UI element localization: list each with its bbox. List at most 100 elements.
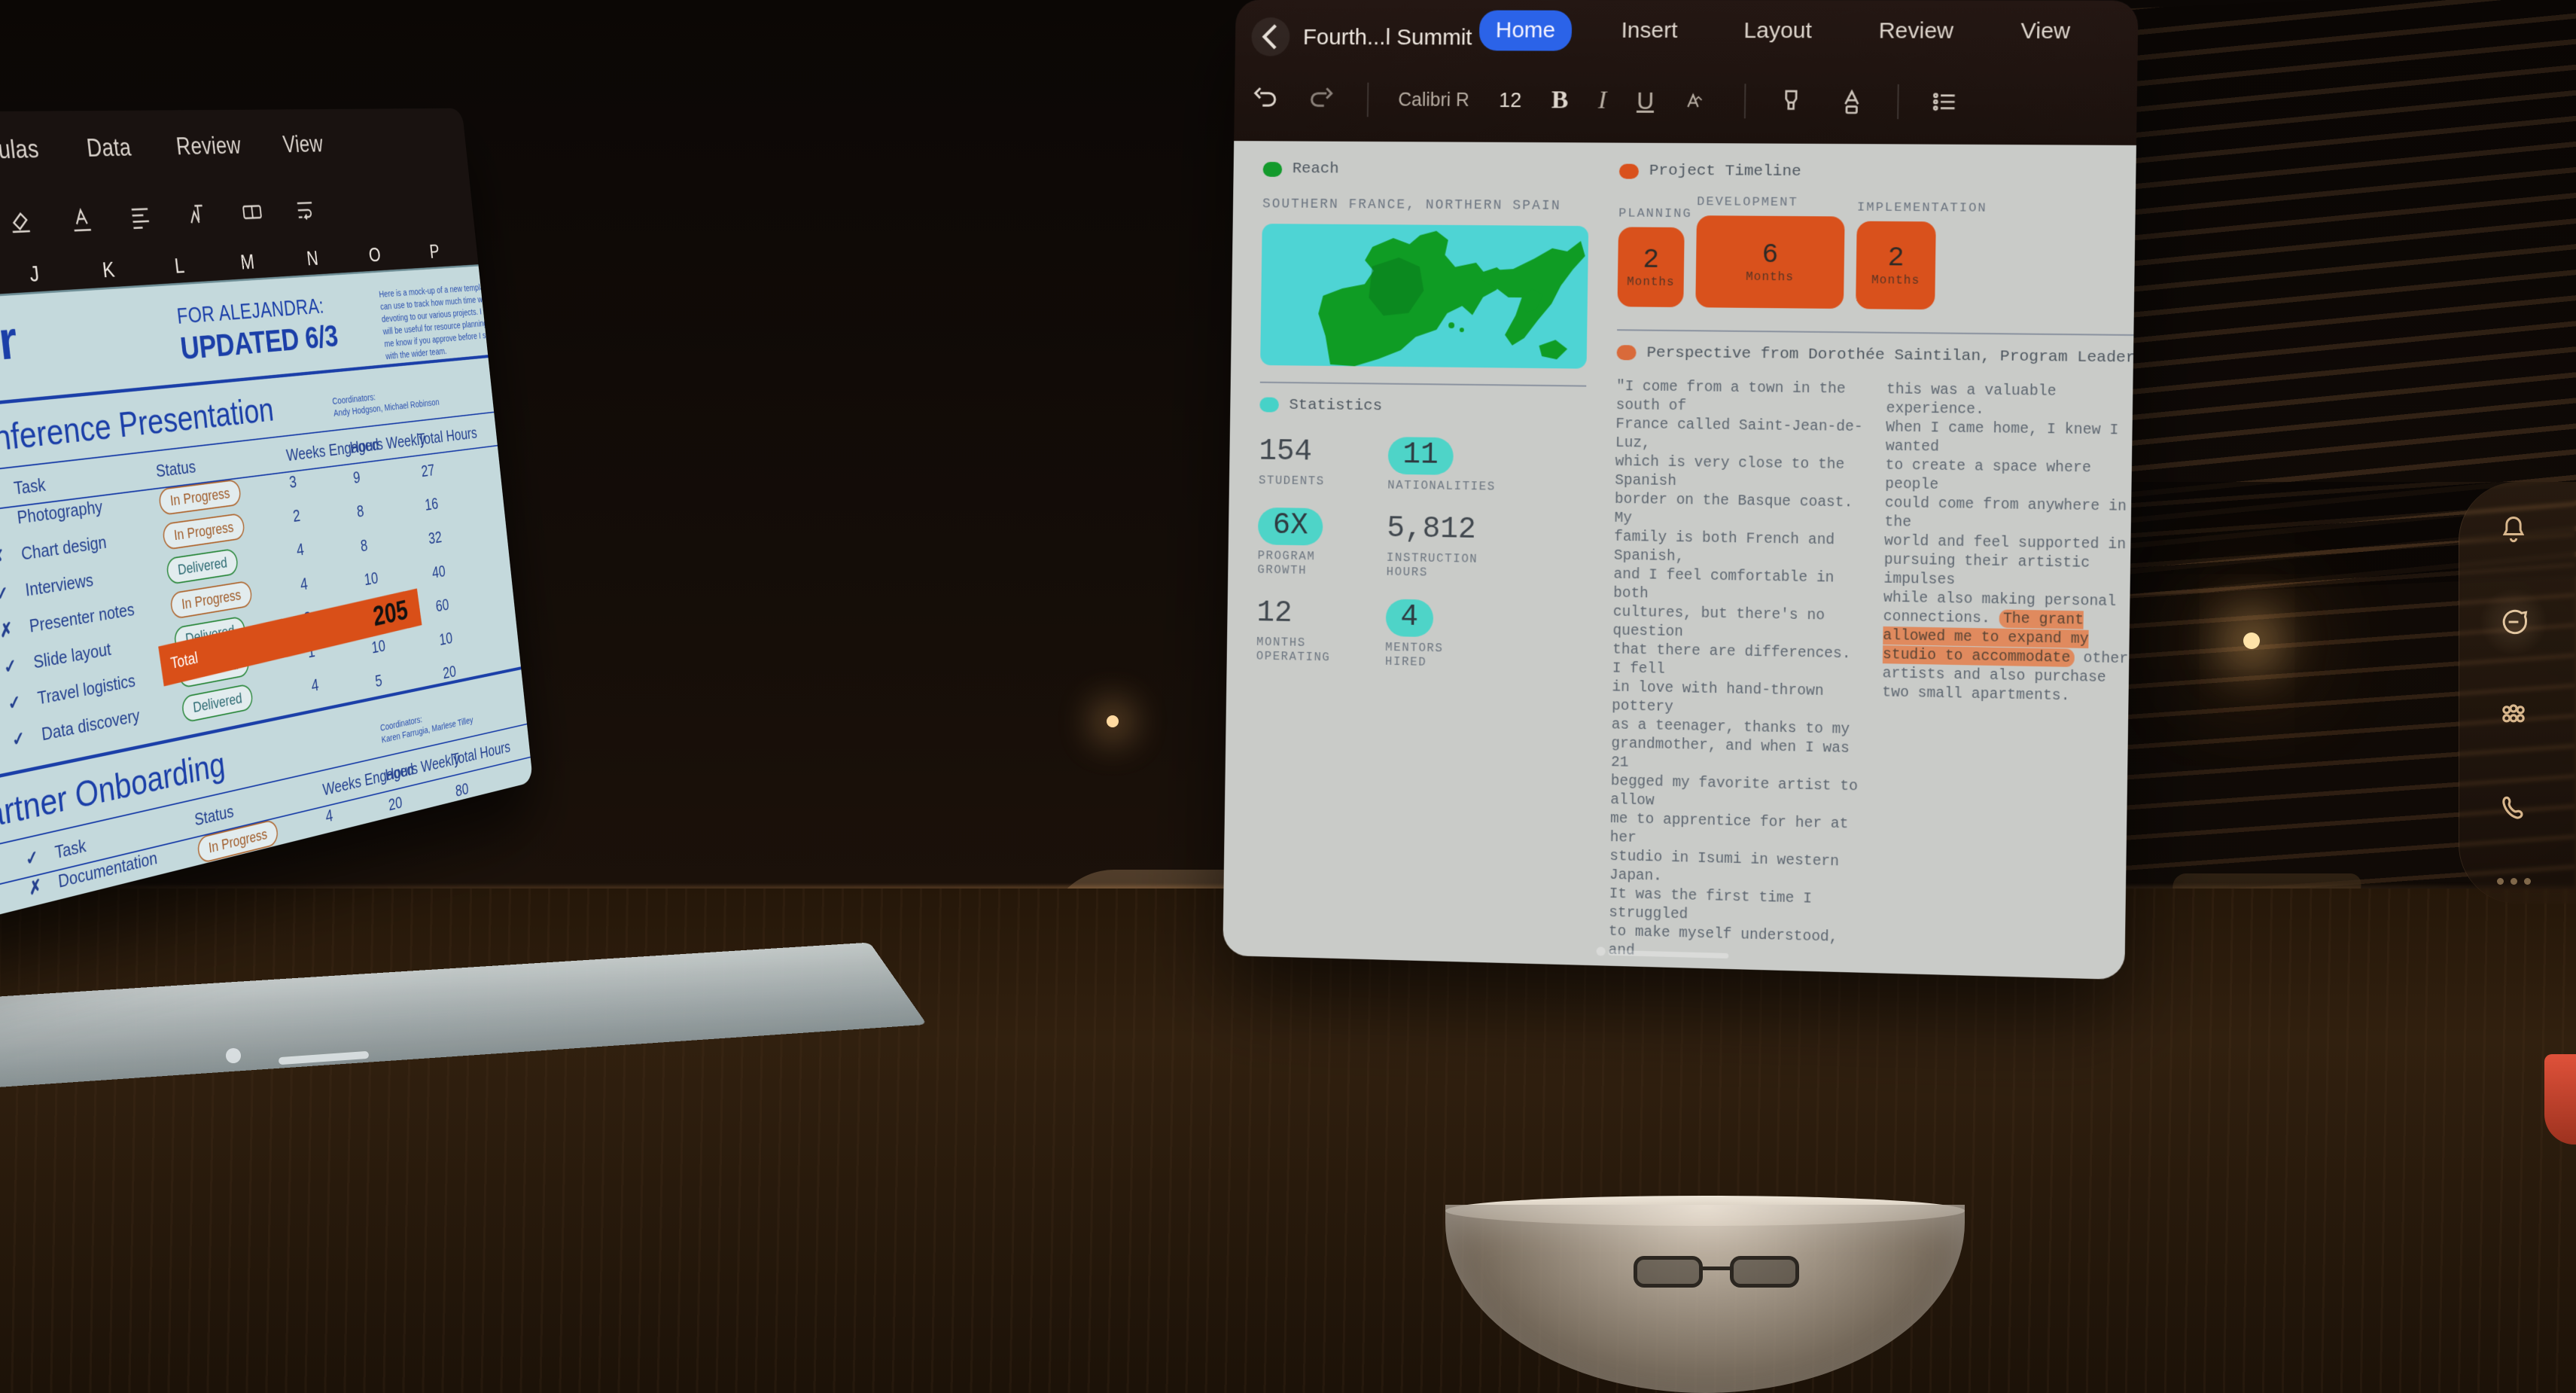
font-color-icon[interactable] bbox=[1836, 87, 1867, 117]
eyeglasses bbox=[1634, 1256, 1799, 1289]
column-header-O[interactable]: O bbox=[343, 242, 406, 268]
tab-review[interactable]: Review bbox=[1862, 11, 1971, 52]
top-columns: Reach SOUTHERN FRANCE, NORTHERN SPAIN St… bbox=[1252, 160, 2105, 973]
tab-data[interactable]: Data bbox=[85, 133, 132, 163]
cell-check-icon: ✓ bbox=[11, 727, 26, 751]
vr-passthrough-scene: ert Draw Formulas Data Review View I U S bbox=[0, 0, 2576, 1393]
perspective-1-columns: "I come from a town in the south of Fran… bbox=[1608, 377, 2138, 974]
cell-hours: 8 bbox=[356, 501, 365, 522]
stat-months-operating: 12 MONTHS OPERATING bbox=[1256, 596, 1332, 665]
font-name-field[interactable]: Calibri R bbox=[1398, 89, 1469, 111]
text-direction-icon[interactable] bbox=[184, 199, 210, 229]
messages-button[interactable] bbox=[2480, 589, 2547, 655]
stat-label: PROGRAM GROWTH bbox=[1257, 549, 1332, 578]
phase-value: 2 bbox=[1887, 242, 1904, 273]
tab-layout[interactable]: Layout bbox=[1727, 11, 1828, 51]
coordinators: Coordinators: Andy Hodgson, Michael Robi… bbox=[332, 385, 440, 419]
stats-column-left: 154 STUDENTS 6X PROGRAM GROWTH 12 MONTHS… bbox=[1256, 435, 1333, 687]
more-dots-icon bbox=[2497, 878, 2531, 885]
back-button[interactable] bbox=[1251, 17, 1290, 56]
tab-view[interactable]: View bbox=[2004, 11, 2087, 53]
cell-total-hours: 16 bbox=[424, 494, 439, 515]
reach-subhead: SOUTHERN FRANCE, NORTHERN SPAIN bbox=[1262, 197, 1589, 214]
reach-heading: Reach bbox=[1263, 160, 1339, 178]
column-header-J[interactable]: J bbox=[0, 259, 73, 289]
text-color-icon[interactable] bbox=[67, 203, 96, 234]
cell-weeks: 4 bbox=[296, 540, 305, 561]
col-check: ✓ bbox=[24, 846, 39, 870]
cell-hours: 10 bbox=[364, 568, 379, 590]
document-toolbar[interactable]: Calibri R 12 B I U bbox=[1249, 68, 2122, 134]
stat-value: 5,812 bbox=[1387, 512, 1495, 548]
column-header-K[interactable]: K bbox=[71, 255, 146, 285]
undo-icon[interactable] bbox=[1249, 84, 1279, 114]
phone-button[interactable] bbox=[2480, 776, 2547, 842]
perspective-1-col-right: this was a valuable experience. When I c… bbox=[1878, 380, 2138, 974]
timeline-cards: PLANNING 2 Months DEVELOPMENT 6 Months I… bbox=[1618, 194, 2139, 311]
column-header-N[interactable]: N bbox=[279, 245, 346, 272]
apps-button[interactable] bbox=[2480, 684, 2547, 750]
tab-view[interactable]: View bbox=[282, 131, 324, 158]
wrap-text-icon[interactable] bbox=[293, 195, 318, 224]
notifications-button[interactable] bbox=[2480, 497, 2547, 563]
redo-icon[interactable] bbox=[1308, 84, 1338, 114]
stat-label: INSTRUCTION HOURS bbox=[1387, 551, 1495, 581]
document-page[interactable]: Reach SOUTHERN FRANCE, NORTHERN SPAIN St… bbox=[1223, 141, 2136, 980]
lamp-light bbox=[2243, 632, 2260, 649]
col-status: Status bbox=[155, 456, 197, 482]
column-header-M[interactable]: M bbox=[212, 248, 282, 276]
cell-weeks: 4 bbox=[324, 806, 333, 827]
spreadsheet-ribbon-tabs[interactable]: ert Draw Formulas Data Review View bbox=[0, 131, 324, 171]
merge-cells-icon[interactable] bbox=[239, 197, 265, 227]
window-grab-dot[interactable] bbox=[1597, 946, 1606, 956]
highlighter-icon[interactable] bbox=[1776, 86, 1807, 116]
text-style-icon[interactable] bbox=[1684, 86, 1715, 116]
fill-color-icon[interactable] bbox=[5, 206, 35, 237]
chat-bubble-icon bbox=[2497, 605, 2530, 639]
divider bbox=[1617, 329, 2139, 336]
phase-value: 2 bbox=[1643, 245, 1659, 276]
cell-check-icon: ✓ bbox=[2, 654, 18, 678]
toolbar-divider bbox=[1897, 84, 1899, 119]
document-window[interactable]: Fourth...l Summit Home Insert Layout Rev… bbox=[1223, 0, 2138, 980]
stat-label: STUDENTS bbox=[1259, 474, 1333, 489]
cell-weeks: 2 bbox=[292, 506, 301, 527]
col-status: Status bbox=[193, 801, 235, 831]
font-size-field[interactable]: 12 bbox=[1499, 89, 1521, 112]
stat-value: 4 bbox=[1385, 599, 1433, 637]
timeline-chip-label: Project Timeline bbox=[1649, 163, 1801, 181]
timeline-phase-development: DEVELOPMENT 6 Months bbox=[1695, 195, 1845, 309]
secondary-light bbox=[1107, 715, 1119, 727]
stat-nationalities: 11 NATIONALITIES bbox=[1387, 437, 1497, 494]
italic-button[interactable]: I bbox=[1598, 87, 1607, 115]
stat-value: 12 bbox=[1256, 596, 1331, 632]
bold-button[interactable]: B bbox=[1551, 86, 1569, 114]
tab-review[interactable]: Review bbox=[175, 132, 242, 160]
cell-hours: 10 bbox=[370, 636, 386, 657]
more-button[interactable] bbox=[2480, 858, 2547, 904]
bullet-list-icon[interactable] bbox=[1929, 87, 1960, 117]
cell-check-icon: ✓ bbox=[0, 582, 10, 605]
tab-home[interactable]: Home bbox=[1479, 11, 1573, 51]
tab-insert[interactable]: Insert bbox=[1604, 11, 1694, 51]
cell-hours: 8 bbox=[360, 535, 369, 556]
column-header-P[interactable]: P bbox=[403, 239, 464, 264]
cell-hours: 9 bbox=[352, 468, 361, 488]
stat-mentors-hired: 4 MENTORS HIRED bbox=[1385, 599, 1494, 671]
column-header-L[interactable]: L bbox=[143, 251, 215, 280]
bell-icon bbox=[2497, 514, 2530, 547]
apps-grid-icon bbox=[2497, 700, 2530, 733]
statistics-heading: Statistics bbox=[1259, 396, 1382, 415]
europe-map bbox=[1260, 224, 1588, 369]
stat-value: 154 bbox=[1259, 435, 1333, 471]
phase-card: 6 Months bbox=[1695, 215, 1844, 309]
underline-button[interactable]: U bbox=[1637, 87, 1655, 114]
file-name[interactable]: Fourth...l Summit bbox=[1303, 25, 1472, 50]
align-icon[interactable] bbox=[126, 201, 154, 231]
cell-weeks: 3 bbox=[288, 471, 297, 492]
chevron-left-icon bbox=[1251, 17, 1290, 56]
teal-dot-icon bbox=[1259, 397, 1279, 412]
tab-formulas[interactable]: Formulas bbox=[0, 135, 41, 166]
stat-program-growth: 6X PROGRAM GROWTH bbox=[1257, 508, 1332, 579]
document-ribbon-tabs[interactable]: Home Insert Layout Review View bbox=[1479, 11, 2087, 53]
